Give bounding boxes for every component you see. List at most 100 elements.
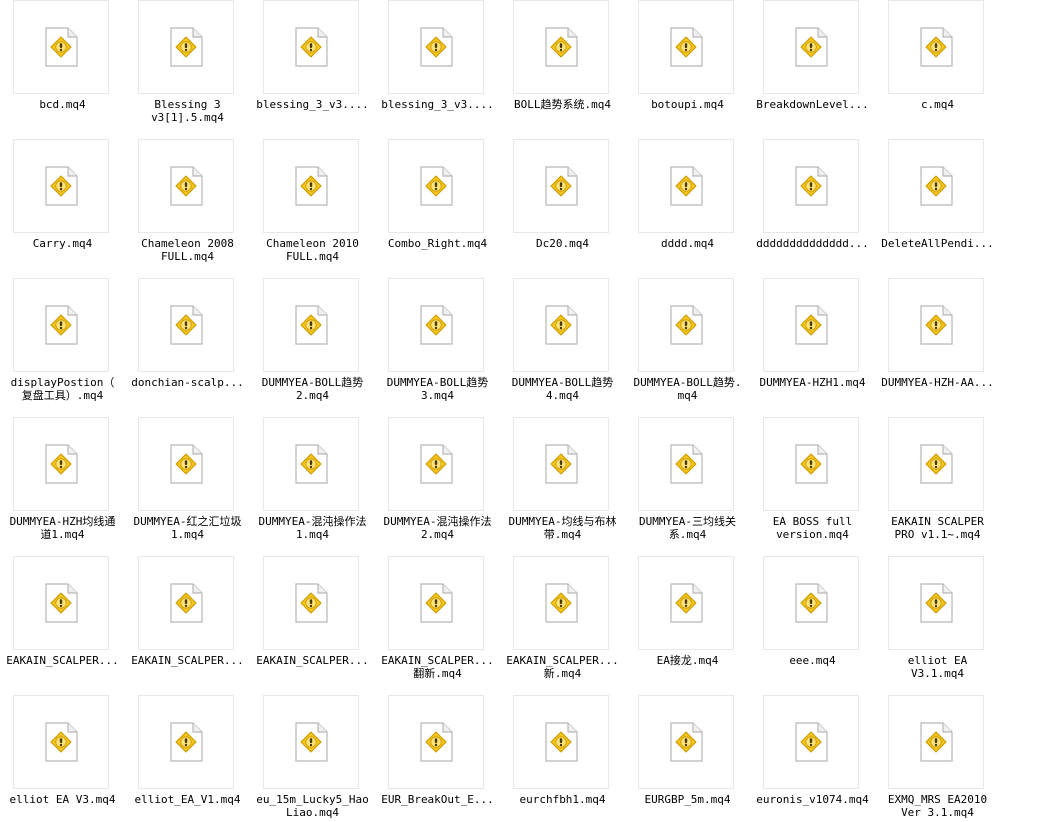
file-item[interactable]: DUMMYEA-HZH1.mq4 [750, 278, 875, 417]
file-item[interactable]: EURGBP_5m.mq4 [625, 695, 750, 822]
file-item[interactable]: EA BOSS full version.mq4 [750, 417, 875, 556]
file-thumbnail[interactable] [13, 278, 109, 372]
file-thumbnail[interactable] [513, 139, 609, 233]
file-thumbnail[interactable] [888, 139, 984, 233]
file-item[interactable]: bcd.mq4 [0, 0, 125, 139]
file-item[interactable]: DUMMYEA-BOLL趋势 4.mq4 [500, 278, 625, 417]
file-thumbnail[interactable] [763, 556, 859, 650]
file-thumbnail[interactable] [388, 556, 484, 650]
file-thumbnail[interactable] [13, 417, 109, 511]
file-item[interactable]: eee.mq4 [750, 556, 875, 695]
file-item[interactable]: EAKAIN_SCALPER... 翻新.mq4 [375, 556, 500, 695]
file-item[interactable]: DUMMYEA-均线与布林 带.mq4 [500, 417, 625, 556]
file-thumbnail[interactable] [638, 417, 734, 511]
file-item[interactable]: eurchfbh1.mq4 [500, 695, 625, 822]
file-item[interactable]: dddd.mq4 [625, 139, 750, 278]
file-thumbnail[interactable] [638, 695, 734, 789]
unknown-file-warning-icon [545, 722, 578, 762]
file-thumbnail[interactable] [638, 556, 734, 650]
file-thumbnail[interactable] [138, 556, 234, 650]
file-thumbnail[interactable] [388, 417, 484, 511]
file-thumbnail[interactable] [888, 556, 984, 650]
file-thumbnail[interactable] [388, 0, 484, 94]
file-item[interactable]: BreakdownLevel... [750, 0, 875, 139]
file-thumbnail[interactable] [263, 695, 359, 789]
file-thumbnail[interactable] [263, 278, 359, 372]
file-thumbnail[interactable] [13, 139, 109, 233]
file-thumbnail[interactable] [888, 278, 984, 372]
file-thumbnail[interactable] [263, 556, 359, 650]
file-item[interactable]: DUMMYEA-BOLL趋势. mq4 [625, 278, 750, 417]
file-thumbnail[interactable] [513, 556, 609, 650]
file-thumbnail[interactable] [638, 0, 734, 94]
file-item[interactable]: displayPostion（ 复盘工具）.mq4 [0, 278, 125, 417]
file-item[interactable]: Chameleon 2008 FULL.mq4 [125, 139, 250, 278]
file-thumbnail[interactable] [388, 139, 484, 233]
file-thumbnail[interactable] [138, 417, 234, 511]
file-thumbnail[interactable] [138, 695, 234, 789]
file-item[interactable]: DUMMYEA-HZH均线通 道1.mq4 [0, 417, 125, 556]
file-thumbnail[interactable] [138, 139, 234, 233]
file-thumbnail[interactable] [763, 0, 859, 94]
file-item[interactable]: dddddddddddddd... [750, 139, 875, 278]
file-item[interactable]: EAKAIN_SCALPER... 新.mq4 [500, 556, 625, 695]
file-thumbnail[interactable] [888, 417, 984, 511]
file-thumbnail[interactable] [513, 417, 609, 511]
file-item[interactable]: BOLL趋势系统.mq4 [500, 0, 625, 139]
file-thumbnail[interactable] [263, 139, 359, 233]
file-thumbnail[interactable] [263, 417, 359, 511]
file-item[interactable]: Carry.mq4 [0, 139, 125, 278]
file-item[interactable]: Blessing 3 v3[1].5.mq4 [125, 0, 250, 139]
file-item[interactable]: DUMMYEA-BOLL趋势 3.mq4 [375, 278, 500, 417]
file-item[interactable]: elliot EA V3.mq4 [0, 695, 125, 822]
file-item[interactable]: EAKAIN_SCALPER... [0, 556, 125, 695]
file-item[interactable]: c.mq4 [875, 0, 1000, 139]
file-item[interactable]: EA接龙.mq4 [625, 556, 750, 695]
file-item[interactable]: elliot_EA_V1.mq4 [125, 695, 250, 822]
file-item[interactable]: DUMMYEA-混沌操作法 1.mq4 [250, 417, 375, 556]
file-item[interactable]: DUMMYEA-混沌操作法 2.mq4 [375, 417, 500, 556]
file-thumbnail[interactable] [763, 695, 859, 789]
file-thumbnail[interactable] [13, 0, 109, 94]
file-item[interactable]: EAKAIN_SCALPER... [125, 556, 250, 695]
file-item[interactable]: donchian-scalp... [125, 278, 250, 417]
file-item[interactable]: DUMMYEA-BOLL趋势 2.mq4 [250, 278, 375, 417]
file-thumbnail[interactable] [388, 695, 484, 789]
file-thumbnail[interactable] [13, 695, 109, 789]
file-item[interactable]: Combo_Right.mq4 [375, 139, 500, 278]
file-item[interactable]: DUMMYEA-红之汇垃圾 1.mq4 [125, 417, 250, 556]
file-item[interactable]: EUR_BreakOut_E... [375, 695, 500, 822]
unknown-file-warning-icon [295, 583, 328, 623]
file-thumbnail[interactable] [263, 0, 359, 94]
file-item[interactable]: Dc20.mq4 [500, 139, 625, 278]
file-thumbnail[interactable] [513, 0, 609, 94]
file-item[interactable]: elliot EA V3.1.mq4 [875, 556, 1000, 695]
file-thumbnail[interactable] [138, 278, 234, 372]
file-thumbnail[interactable] [13, 556, 109, 650]
file-item[interactable]: eu_15m_Lucky5_Hao Liao.mq4 [250, 695, 375, 822]
file-item[interactable]: botoupi.mq4 [625, 0, 750, 139]
file-item[interactable]: Chameleon 2010 FULL.mq4 [250, 139, 375, 278]
unknown-file-warning-icon [420, 583, 453, 623]
file-item[interactable]: EAKAIN_SCALPER... [250, 556, 375, 695]
file-item[interactable]: EAKAIN SCALPER PRO v1.1~.mq4 [875, 417, 1000, 556]
file-thumbnail[interactable] [138, 0, 234, 94]
file-thumbnail[interactable] [638, 139, 734, 233]
file-thumbnail[interactable] [888, 0, 984, 94]
file-thumbnail[interactable] [763, 417, 859, 511]
file-thumbnail[interactable] [638, 278, 734, 372]
file-item[interactable]: DeleteAllPendi... [875, 139, 1000, 278]
file-thumbnail[interactable] [763, 278, 859, 372]
file-thumbnail[interactable] [888, 695, 984, 789]
file-item[interactable]: DUMMYEA-HZH-AA... [875, 278, 1000, 417]
file-item[interactable]: blessing_3_v3.... [375, 0, 500, 139]
file-thumbnail[interactable] [763, 139, 859, 233]
unknown-file-warning-icon [920, 583, 953, 623]
file-thumbnail[interactable] [513, 278, 609, 372]
file-item[interactable]: euronis_v1074.mq4 [750, 695, 875, 822]
file-item[interactable]: DUMMYEA-三均线关 系.mq4 [625, 417, 750, 556]
file-thumbnail[interactable] [388, 278, 484, 372]
file-item[interactable]: blessing_3_v3.... [250, 0, 375, 139]
file-item[interactable]: EXMQ_MRS EA2010 Ver 3.1.mq4 [875, 695, 1000, 822]
file-thumbnail[interactable] [513, 695, 609, 789]
